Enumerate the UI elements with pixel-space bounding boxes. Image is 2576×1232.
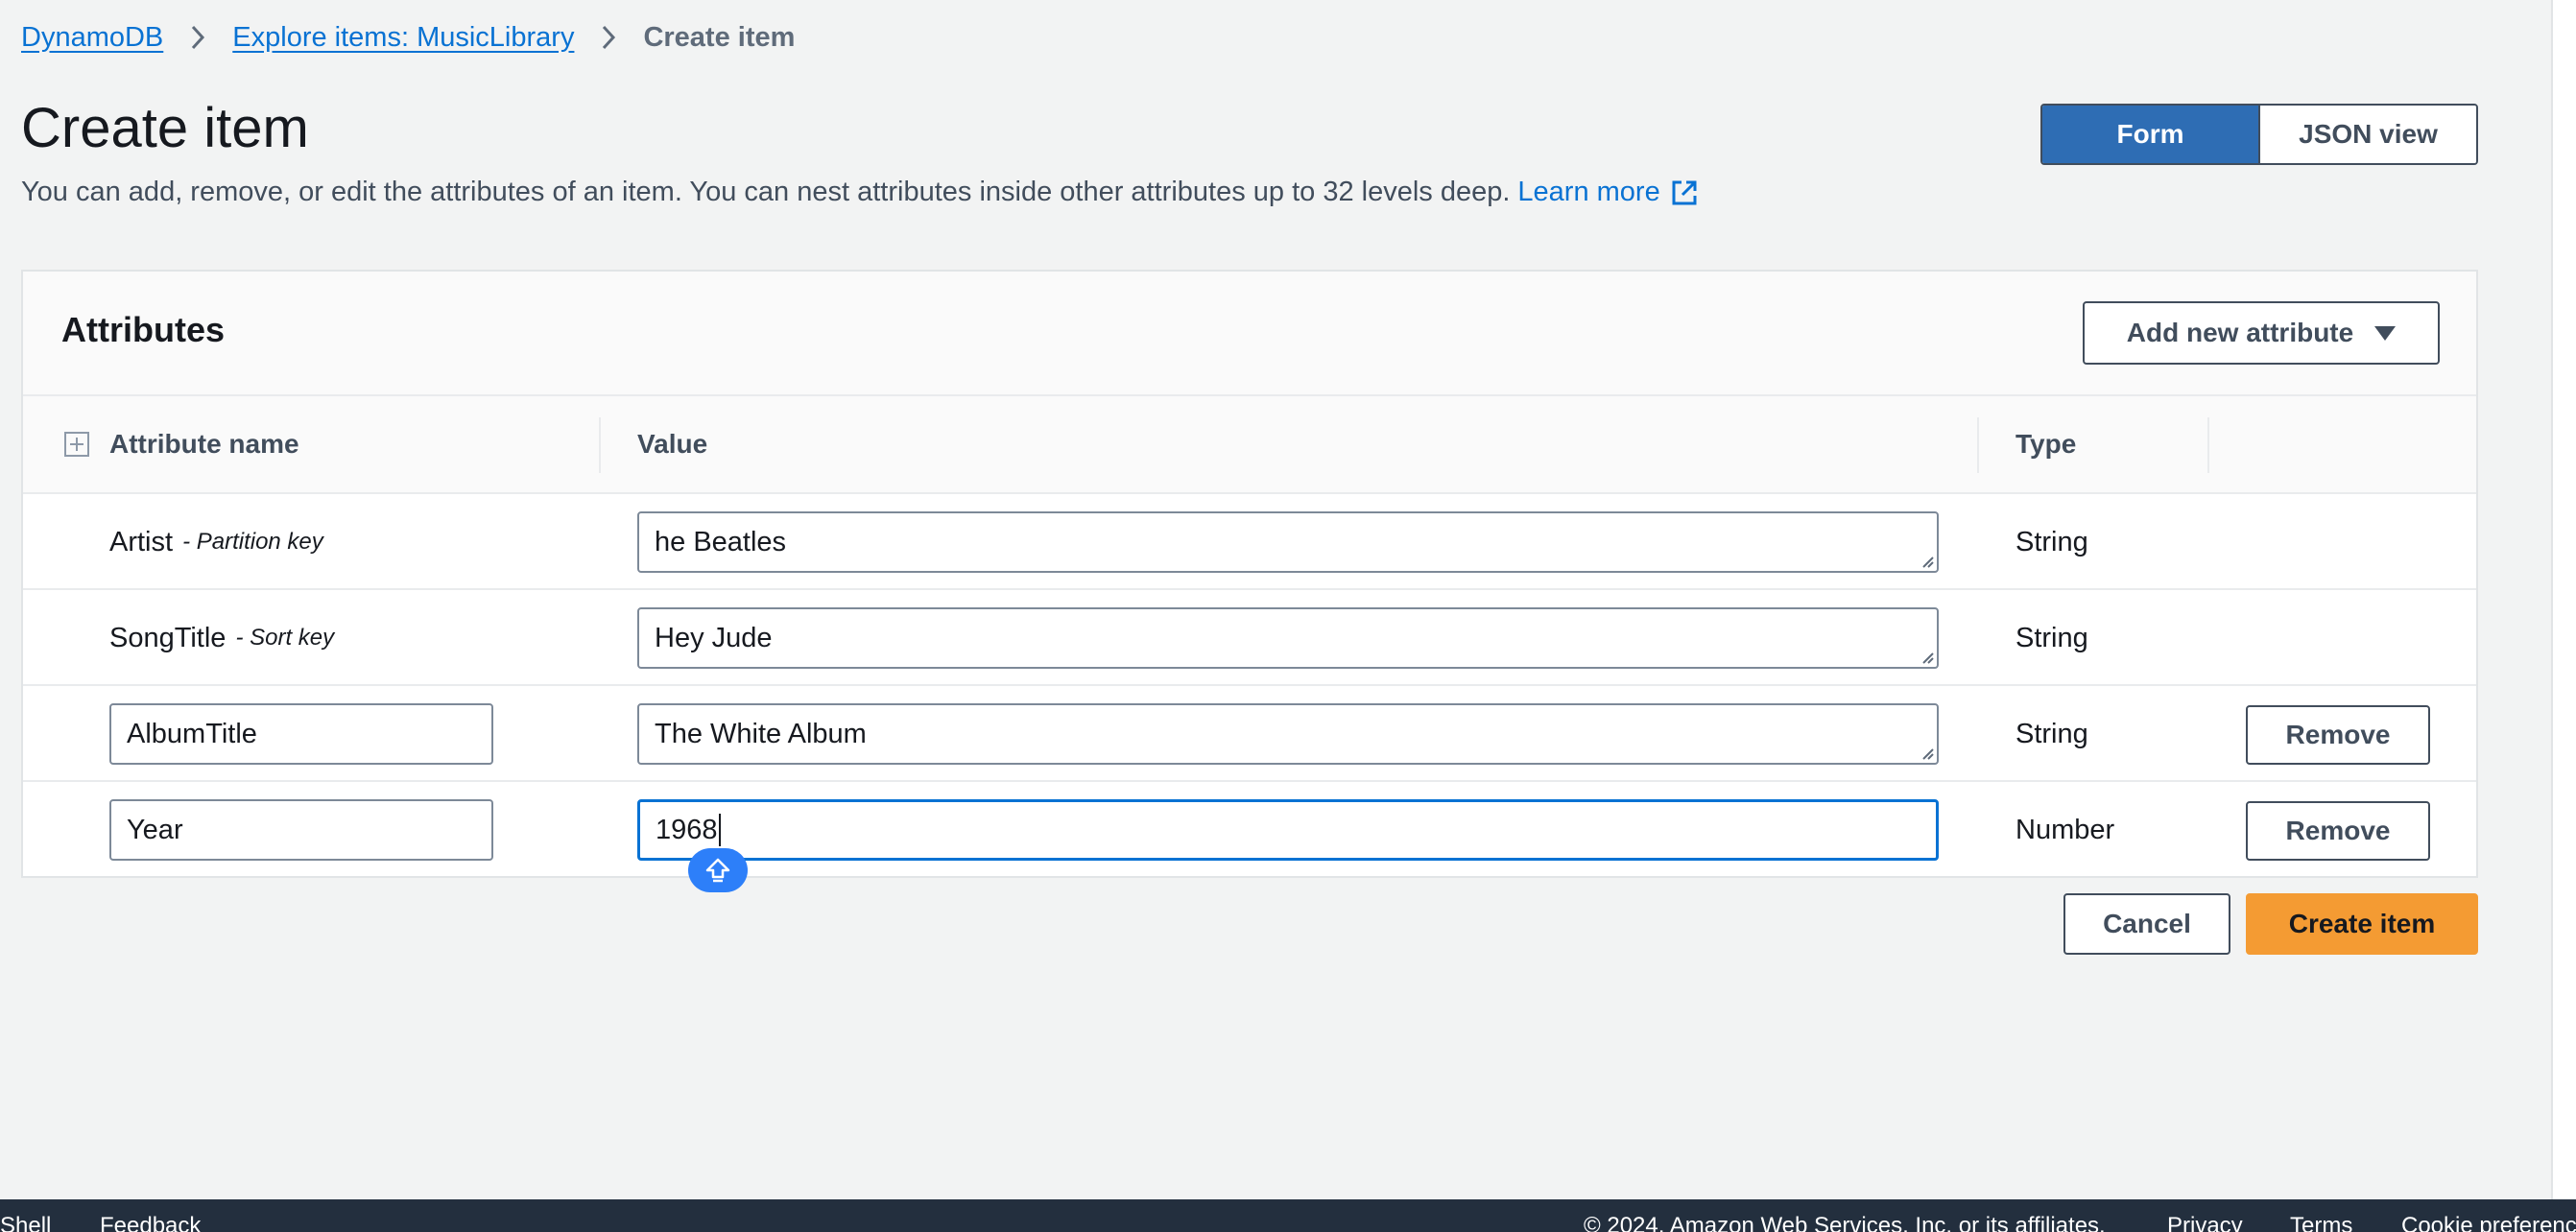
songtitle-type: String	[2015, 622, 2088, 653]
attributes-container: Attributes Add new attribute Attribute n…	[21, 270, 2478, 878]
external-link-icon	[1672, 180, 1697, 204]
description-text: You can add, remove, or edit the attribu…	[21, 177, 1511, 207]
attribute-name-artist: Artist - Partition key	[109, 494, 323, 590]
column-divider	[599, 417, 601, 473]
breadcrumb: DynamoDB Explore items: MusicLibrary Cre…	[21, 19, 795, 56]
albumtitle-value-input[interactable]: The White Album	[637, 703, 1939, 765]
artist-type: String	[2015, 526, 2088, 557]
expand-all-icon[interactable]	[63, 431, 90, 462]
artist-value-text: he Beatles	[655, 526, 787, 557]
view-toggle: Form JSON view	[2040, 104, 2478, 165]
add-new-attribute-button[interactable]: Add new attribute	[2083, 301, 2440, 365]
column-divider	[1977, 417, 1979, 473]
resize-handle-icon[interactable]	[1919, 745, 1934, 760]
console-footer: Shell Feedback © 2024, Amazon Web Servic…	[0, 1199, 2576, 1232]
songtitle-value-input[interactable]: Hey Jude	[637, 607, 1939, 669]
column-header-value: Value	[637, 429, 708, 459]
add-attribute-label: Add new attribute	[2126, 318, 2354, 347]
table-row: Artist - Partition key he Beatles String	[23, 494, 2476, 590]
column-divider	[2207, 417, 2209, 473]
column-header-name: Attribute name	[109, 429, 299, 459]
artist-value-input[interactable]: he Beatles	[637, 511, 1939, 573]
year-name-input[interactable]	[109, 799, 493, 861]
page-title: Create item	[21, 97, 309, 159]
table-row: SongTitle - Sort key Hey Jude String	[23, 590, 2476, 686]
table-row: The White Album String Remove	[23, 686, 2476, 782]
attributes-header: Attributes Add new attribute	[23, 272, 2476, 396]
breadcrumb-explore-items[interactable]: Explore items: MusicLibrary	[232, 22, 574, 54]
learn-more-label: Learn more	[1517, 177, 1660, 207]
albumtitle-value-text: The White Album	[655, 718, 867, 749]
privacy-link[interactable]: Privacy	[2167, 1213, 2243, 1232]
year-value-text: 1968	[656, 814, 718, 845]
scrollbar[interactable]	[2551, 0, 2576, 1199]
attribute-name-text: SongTitle	[109, 622, 227, 653]
resize-handle-icon[interactable]	[1919, 553, 1934, 568]
sort-key-hint: - Sort key	[235, 625, 335, 651]
caret-down-icon	[2374, 325, 2397, 341]
text-cursor	[718, 814, 721, 846]
copyright-text: © 2024, Amazon Web Services, Inc. or its…	[1584, 1213, 2106, 1232]
table-header: Attribute name Value Type	[23, 396, 2476, 494]
attributes-title: Attributes	[61, 310, 225, 349]
feedback-link[interactable]: Feedback	[100, 1213, 201, 1232]
resize-handle-icon[interactable]	[1919, 649, 1934, 664]
year-value-input[interactable]: 1968	[637, 799, 1939, 861]
cancel-button[interactable]: Cancel	[2063, 893, 2230, 955]
breadcrumb-dynamodb[interactable]: DynamoDB	[21, 22, 163, 54]
create-item-button[interactable]: Create item	[2246, 893, 2478, 955]
terms-link[interactable]: Terms	[2290, 1213, 2352, 1232]
cloudshell-link[interactable]: Shell	[0, 1213, 51, 1232]
chevron-right-icon	[179, 24, 217, 51]
cookie-preferences-link[interactable]: Cookie preferences	[2401, 1213, 2576, 1232]
albumtitle-type: String	[2015, 718, 2088, 749]
partition-key-hint: - Partition key	[182, 529, 323, 555]
shift-key-icon	[688, 848, 748, 892]
year-type: Number	[2015, 814, 2115, 845]
chevron-right-icon	[589, 24, 628, 51]
page: DynamoDB Explore items: MusicLibrary Cre…	[0, 0, 2576, 1232]
table-row: 1968 Number Remove	[23, 782, 2476, 878]
remove-year-button[interactable]: Remove	[2246, 801, 2430, 861]
learn-more-link[interactable]: Learn more	[1517, 177, 1698, 208]
breadcrumb-current: Create item	[643, 21, 796, 53]
songtitle-value-text: Hey Jude	[655, 622, 773, 653]
albumtitle-name-input[interactable]	[109, 703, 493, 765]
column-header-type: Type	[2015, 429, 2077, 459]
json-view-button[interactable]: JSON view	[2258, 106, 2476, 163]
attribute-name-text: Artist	[109, 526, 174, 557]
attribute-name-songtitle: SongTitle - Sort key	[109, 590, 334, 686]
remove-albumtitle-button[interactable]: Remove	[2246, 705, 2430, 765]
form-view-button[interactable]: Form	[2042, 106, 2258, 163]
page-description: You can add, remove, or edit the attribu…	[21, 177, 1699, 208]
